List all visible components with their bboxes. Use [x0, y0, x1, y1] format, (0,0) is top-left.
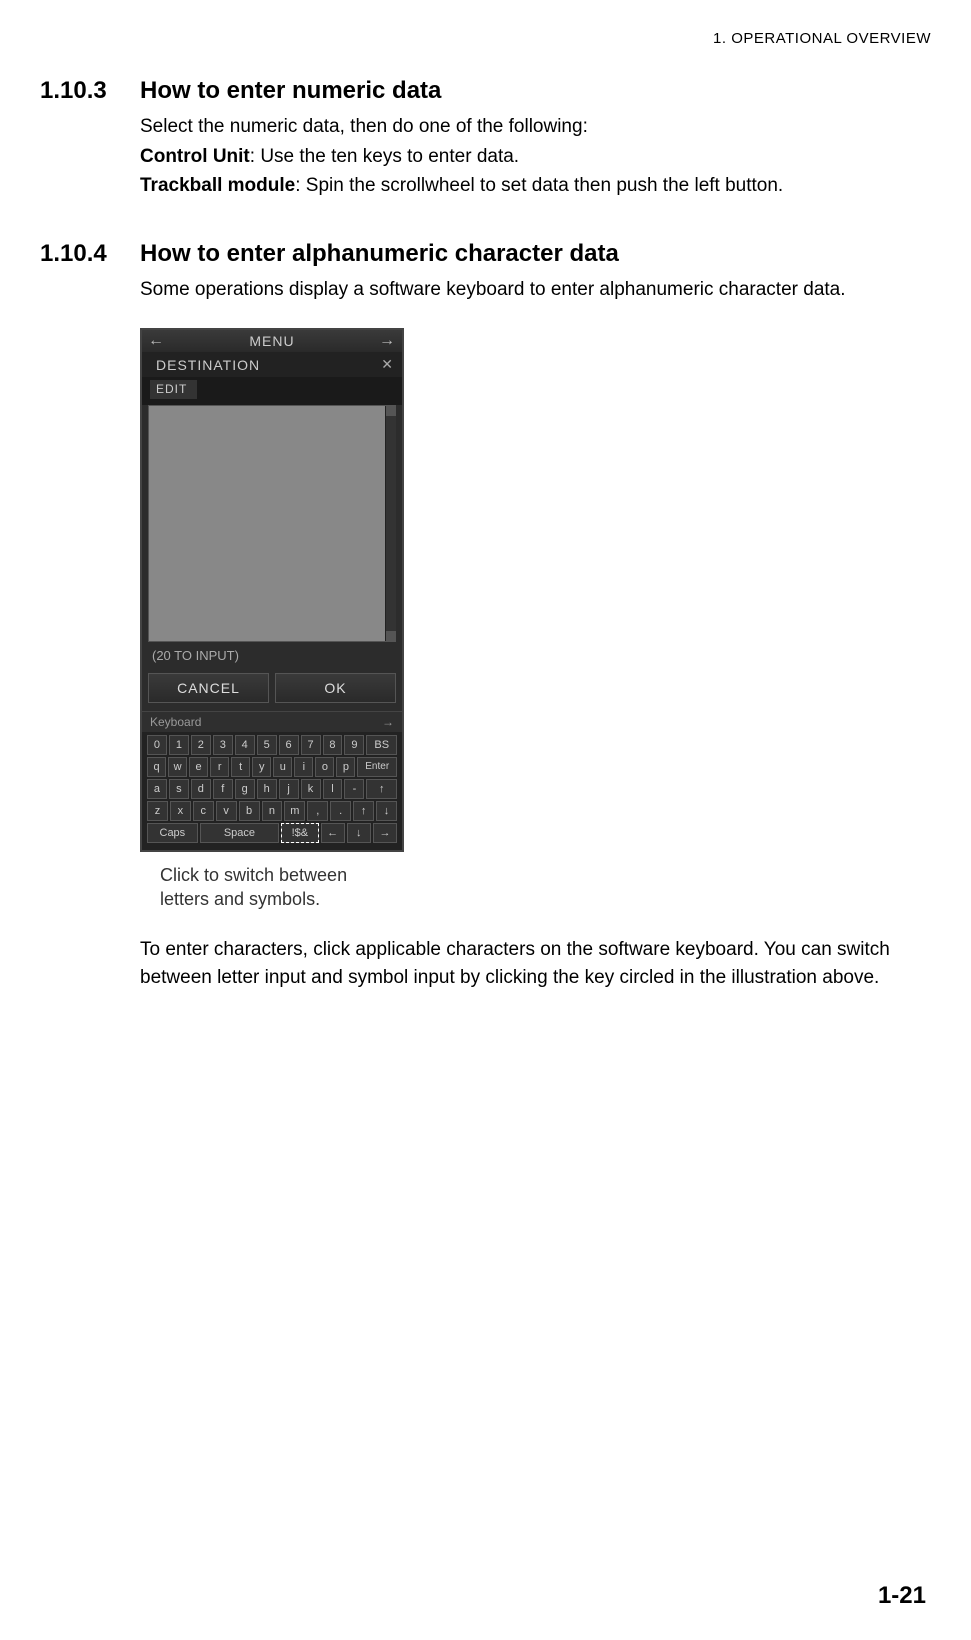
- key-o[interactable]: o: [315, 757, 334, 777]
- close-icon[interactable]: ✕: [381, 356, 394, 373]
- key-backspace[interactable]: BS: [366, 735, 397, 755]
- edit-tab-row: EDIT: [142, 377, 402, 405]
- key-dash[interactable]: -: [344, 779, 364, 799]
- menu-bar: ← MENU →: [142, 330, 402, 352]
- key-arrow-down2[interactable]: ↓: [376, 801, 397, 821]
- edit-tab[interactable]: EDIT: [150, 380, 197, 399]
- key-m[interactable]: m: [284, 801, 305, 821]
- cancel-button[interactable]: CANCEL: [148, 673, 269, 703]
- key-y[interactable]: y: [252, 757, 271, 777]
- section-number: 1.10.3: [40, 77, 140, 105]
- key-8[interactable]: 8: [323, 735, 343, 755]
- scroll-up-icon[interactable]: [386, 406, 396, 416]
- key-5[interactable]: 5: [257, 735, 277, 755]
- control-unit-label: Control Unit: [140, 146, 250, 167]
- keyboard-label: Keyboard: [150, 715, 201, 729]
- key-w[interactable]: w: [168, 757, 187, 777]
- section-1-10-4: 1.10.4 How to enter alphanumeric charact…: [40, 240, 931, 991]
- ok-button[interactable]: OK: [275, 673, 396, 703]
- section-number: 1.10.4: [40, 240, 140, 268]
- after-figure-text: To enter characters, click applicable ch…: [140, 936, 931, 991]
- key-l[interactable]: l: [323, 779, 343, 799]
- key-arrow-right[interactable]: →: [373, 823, 397, 843]
- trackball-rest: : Spin the scrollwheel to set data then …: [295, 175, 783, 196]
- key-t[interactable]: t: [231, 757, 250, 777]
- key-arrow-left[interactable]: ←: [321, 823, 345, 843]
- key-period[interactable]: .: [330, 801, 351, 821]
- key-x[interactable]: x: [170, 801, 191, 821]
- input-status: (20 TO INPUT): [142, 642, 402, 669]
- key-c[interactable]: c: [193, 801, 214, 821]
- key-arrow-down[interactable]: ↓: [347, 823, 371, 843]
- section-title: How to enter numeric data: [140, 77, 441, 105]
- key-u[interactable]: u: [273, 757, 292, 777]
- key-n[interactable]: n: [262, 801, 283, 821]
- trackball-line: Trackball module: Spin the scrollwheel t…: [140, 172, 931, 200]
- key-r[interactable]: r: [210, 757, 229, 777]
- keyboard-title-bar: Keyboard →: [142, 711, 402, 732]
- control-unit-rest: : Use the ten keys to enter data.: [250, 146, 519, 167]
- key-0[interactable]: 0: [147, 735, 167, 755]
- key-enter[interactable]: Enter: [357, 757, 397, 777]
- section-1-10-3: 1.10.3 How to enter numeric data Select …: [40, 77, 931, 200]
- page-number: 1-21: [878, 1582, 926, 1610]
- key-s[interactable]: s: [169, 779, 189, 799]
- control-unit-line: Control Unit: Use the ten keys to enter …: [140, 143, 931, 171]
- key-7[interactable]: 7: [301, 735, 321, 755]
- key-g[interactable]: g: [235, 779, 255, 799]
- key-arrow-up2[interactable]: ↑: [353, 801, 374, 821]
- key-b[interactable]: b: [239, 801, 260, 821]
- figure-callout: Click to switch between letters and symb…: [160, 864, 390, 911]
- key-caps[interactable]: Caps: [147, 823, 198, 843]
- callout-line1: Click to switch between: [160, 864, 390, 887]
- key-space[interactable]: Space: [200, 823, 279, 843]
- key-f[interactable]: f: [213, 779, 233, 799]
- destination-label: DESTINATION: [156, 357, 260, 373]
- ui-panel: ← MENU → DESTINATION ✕ EDIT (20: [140, 328, 404, 852]
- text-canvas[interactable]: [148, 405, 396, 642]
- key-h[interactable]: h: [257, 779, 277, 799]
- key-arrow-up[interactable]: ↑: [366, 779, 397, 799]
- key-9[interactable]: 9: [344, 735, 364, 755]
- key-6[interactable]: 6: [279, 735, 299, 755]
- key-d[interactable]: d: [191, 779, 211, 799]
- key-a[interactable]: a: [147, 779, 167, 799]
- scroll-down-icon[interactable]: [386, 631, 396, 641]
- section-title: How to enter alphanumeric character data: [140, 240, 619, 268]
- key-e[interactable]: e: [189, 757, 208, 777]
- trackball-label: Trackball module: [140, 175, 295, 196]
- key-j[interactable]: j: [279, 779, 299, 799]
- intro-text: Some operations display a software keybo…: [140, 276, 931, 304]
- key-q[interactable]: q: [147, 757, 166, 777]
- key-3[interactable]: 3: [213, 735, 233, 755]
- key-1[interactable]: 1: [169, 735, 189, 755]
- key-comma[interactable]: ,: [307, 801, 328, 821]
- running-header: 1. OPERATIONAL OVERVIEW: [40, 30, 931, 47]
- destination-bar: DESTINATION ✕: [142, 352, 402, 377]
- back-arrow-icon[interactable]: ←: [148, 332, 165, 350]
- menu-label: MENU: [249, 333, 294, 349]
- key-2[interactable]: 2: [191, 735, 211, 755]
- key-v[interactable]: v: [216, 801, 237, 821]
- callout-line2: letters and symbols.: [160, 888, 390, 911]
- key-p[interactable]: p: [336, 757, 355, 777]
- key-z[interactable]: z: [147, 801, 168, 821]
- software-keyboard-figure: ← MENU → DESTINATION ✕ EDIT (20: [140, 328, 931, 911]
- keyboard-collapse-icon[interactable]: →: [382, 715, 394, 729]
- key-4[interactable]: 4: [235, 735, 255, 755]
- forward-arrow-icon[interactable]: →: [379, 332, 396, 350]
- intro-text: Select the numeric data, then do one of …: [140, 113, 931, 141]
- software-keyboard: 0 1 2 3 4 5 6 7 8 9 BS q w: [142, 732, 402, 850]
- key-i[interactable]: i: [294, 757, 313, 777]
- key-symbol-toggle[interactable]: !$&: [281, 823, 318, 843]
- key-k[interactable]: k: [301, 779, 321, 799]
- scrollbar[interactable]: [385, 406, 396, 641]
